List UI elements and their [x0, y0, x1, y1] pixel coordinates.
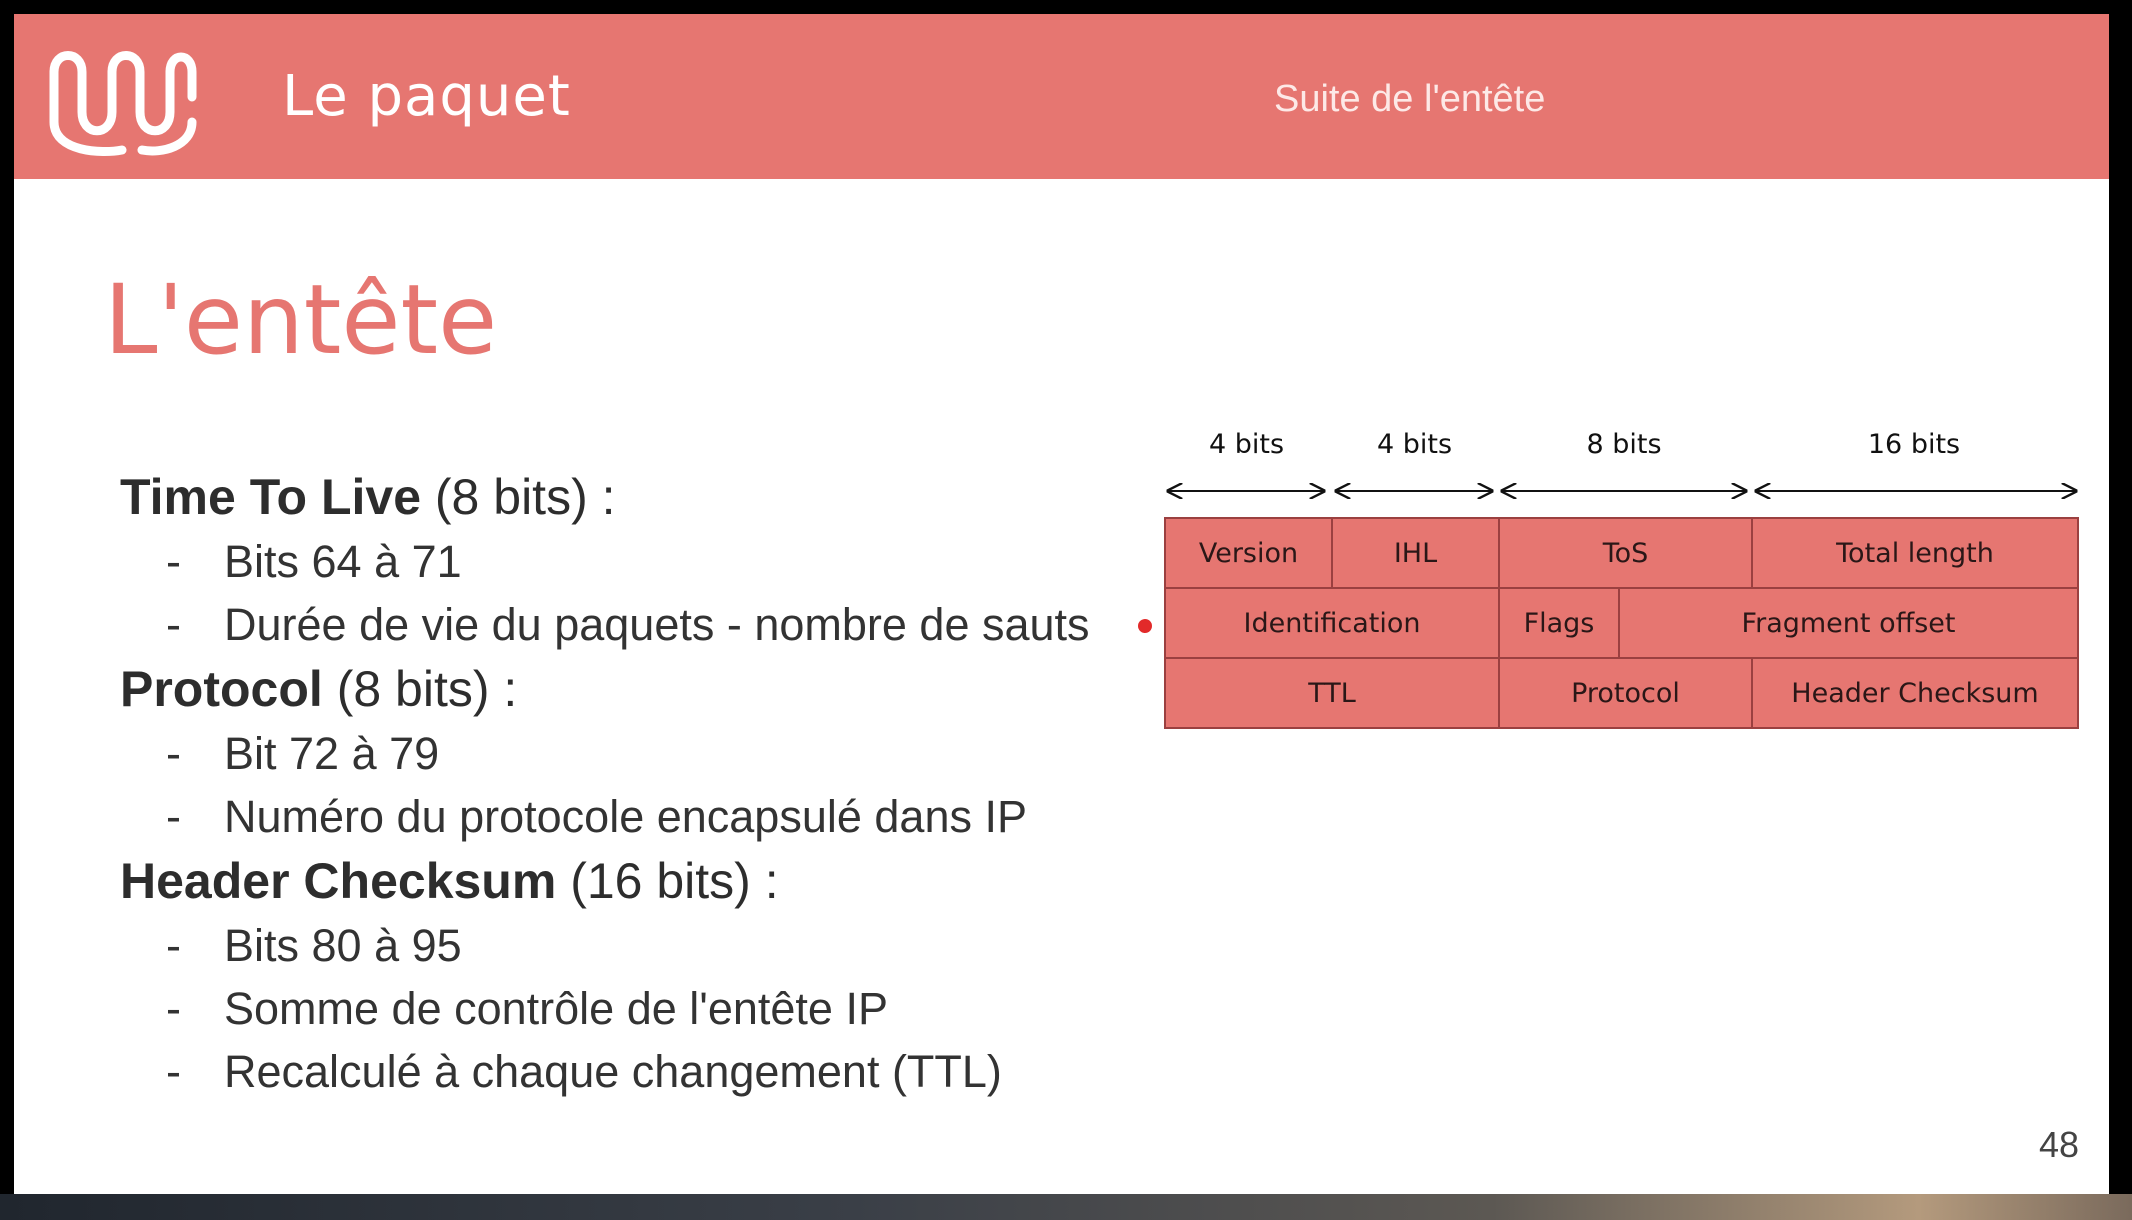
bullet-item: - Durée de vie du paquets - nombre de sau… [166, 599, 1090, 650]
slide-header: Le paquet Suite de l'entête [14, 14, 2109, 179]
header-title: Le paquet [282, 64, 571, 129]
field-header-checksum: Header Checksum [1751, 657, 2079, 729]
bit-label-tos: 8 bits [1586, 429, 1662, 460]
wave-logo-icon [49, 51, 197, 157]
field-ihl: IHL [1331, 517, 1500, 589]
bit-label-version: 4 bits [1208, 429, 1285, 460]
content-list: Time To Live (8 bits) : - Bits 64 à 71 -D… [120, 464, 1180, 1103]
field-ttl: TTL [1164, 657, 1500, 729]
bit-width-arrows [1164, 479, 2094, 503]
bullet-item: - Recalculé à chaque changement (TTL) [166, 1046, 1002, 1097]
ip-header-diagram: 4 bits 4 bits 8 bits 16 bits Version IHL… [1164, 409, 2094, 739]
field-flags: Flags [1498, 587, 1620, 659]
slide-title: L'entête [104, 264, 498, 376]
header-subtitle: Suite de l'entête [1274, 78, 1546, 120]
slide: Le paquet Suite de l'entête L'entête Tim… [14, 14, 2109, 1194]
section-title-protocol: Protocol (8 bits) : [120, 661, 518, 717]
bullet-item: - Somme de contrôle de l'entête IP [166, 983, 888, 1034]
field-identification: Identification [1164, 587, 1500, 659]
bullet-item: - Bits 64 à 71 [166, 536, 462, 587]
field-protocol: Protocol [1498, 657, 1753, 729]
field-tos: ToS [1498, 517, 1753, 589]
section-title-header-checksum: Header Checksum (16 bits) : [120, 853, 779, 909]
bullet-item: - Bit 72 à 79 [166, 728, 440, 779]
bullet-item: - Numéro du protocole encapsulé dans IP [166, 791, 1027, 842]
field-fragment-offset: Fragment offset [1618, 587, 2079, 659]
bit-label-ihl: 4 bits [1376, 429, 1453, 460]
section-title-ttl: Time To Live (8 bits) : [120, 469, 616, 525]
bullet-item: - Bits 80 à 95 [166, 920, 462, 971]
field-total-length: Total length [1751, 517, 2079, 589]
field-version: Version [1164, 517, 1333, 589]
page-number: 48 [2038, 1124, 2079, 1165]
desktop-background-strip [0, 1194, 2132, 1220]
laser-pointer-dot [1138, 619, 1152, 633]
bit-label-total-length: 16 bits [1867, 429, 1961, 460]
